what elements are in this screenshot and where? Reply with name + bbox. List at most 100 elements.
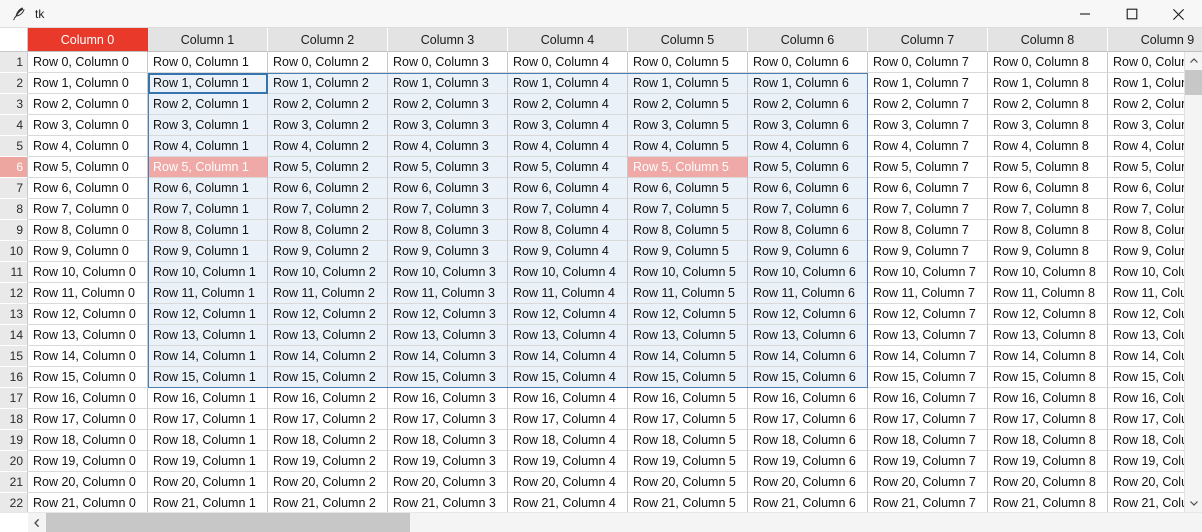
table-cell[interactable]: Row 0, Column 0 <box>28 52 148 73</box>
table-cell[interactable]: Row 10, Column 8 <box>988 262 1108 283</box>
table-cell[interactable]: Row 20, Column 3 <box>388 472 508 493</box>
table-row[interactable]: Row 17, Column 0 Row 17, Column 1 Row 17, … <box>28 409 1202 430</box>
table-cell[interactable]: Row 6, Column 1 <box>148 178 268 199</box>
table-cell[interactable]: Row 9, Column 7 <box>868 241 988 262</box>
table-cell[interactable]: Row 19, Column 3 <box>388 451 508 472</box>
table-cell[interactable]: Row 2, Column 4 <box>508 94 628 115</box>
table-cell[interactable]: Row 5, Column 5 <box>628 157 748 178</box>
table-cell[interactable]: Row 14, Column 0 <box>28 346 148 367</box>
table-cell[interactable]: Row 8, Column 8 <box>988 220 1108 241</box>
row-header-18[interactable]: 19 <box>0 430 28 451</box>
table-cell[interactable]: Row 19, Column 5 <box>628 451 748 472</box>
table-cell[interactable]: Row 17, Column 7 <box>868 409 988 430</box>
table-cell[interactable]: Row 2, Column 5 <box>628 94 748 115</box>
table-cell[interactable]: Row 4, Column 6 <box>748 136 868 157</box>
table-cell[interactable]: Row 10, Column 1 <box>148 262 268 283</box>
table-cell[interactable]: Row 9, Column 5 <box>628 241 748 262</box>
table-cell[interactable]: Row 16, Column 3 <box>388 388 508 409</box>
table-cell[interactable]: Row 3, Column 0 <box>28 115 148 136</box>
table-cell[interactable]: Row 2, Column 1 <box>148 94 268 115</box>
table-cell[interactable]: Row 14, Column 6 <box>748 346 868 367</box>
column-header-0[interactable]: Column 0 <box>28 28 148 52</box>
table-cell[interactable]: Row 15, Column 0 <box>28 367 148 388</box>
table-cell[interactable]: Row 15, Column 5 <box>628 367 748 388</box>
table-cell[interactable]: Row 1, Column 3 <box>388 73 508 94</box>
table-cell[interactable]: Row 18, Column 0 <box>28 430 148 451</box>
table-cell[interactable]: Row 13, Column 6 <box>748 325 868 346</box>
table-cell[interactable]: Row 1, Column 6 <box>748 73 868 94</box>
table-cell[interactable]: Row 15, Column 3 <box>388 367 508 388</box>
table-cell[interactable]: Row 5, Column 4 <box>508 157 628 178</box>
table-cell[interactable]: Row 5, Column 3 <box>388 157 508 178</box>
table-row[interactable]: Row 12, Column 0 Row 12, Column 1 Row 12, … <box>28 304 1202 325</box>
table-cell[interactable]: Row 18, Column 6 <box>748 430 868 451</box>
table-cell[interactable]: Row 9, Column 1 <box>148 241 268 262</box>
table-cell[interactable]: Row 5, Column 7 <box>868 157 988 178</box>
table-cell[interactable]: Row 10, Column 4 <box>508 262 628 283</box>
table-cell[interactable]: Row 1, Column 0 <box>28 73 148 94</box>
table-row[interactable]: Row 6, Column 0 Row 6, Column 1 Row 6, Col… <box>28 178 1202 199</box>
table-cell[interactable]: Row 3, Column 4 <box>508 115 628 136</box>
table-cell[interactable]: Row 5, Column 6 <box>748 157 868 178</box>
table-cell[interactable]: Row 18, Column 4 <box>508 430 628 451</box>
table-cell[interactable]: Row 10, Column 0 <box>28 262 148 283</box>
table-cell[interactable]: Row 12, Column 0 <box>28 304 148 325</box>
table-cell[interactable]: Row 14, Column 3 <box>388 346 508 367</box>
table-cell[interactable]: Row 0, Column 6 <box>748 52 868 73</box>
table-cell[interactable]: Row 17, Column 2 <box>268 409 388 430</box>
row-header-1[interactable]: 2 <box>0 73 28 94</box>
table-cell[interactable]: Row 15, Column 4 <box>508 367 628 388</box>
table-cell[interactable]: Row 18, Column 2 <box>268 430 388 451</box>
table-cell[interactable]: Row 17, Column 8 <box>988 409 1108 430</box>
table-cell[interactable]: Row 21, Column 6 <box>748 493 868 512</box>
table-cell[interactable]: Row 4, Column 5 <box>628 136 748 157</box>
table-cell[interactable]: Row 16, Column 2 <box>268 388 388 409</box>
table-cell[interactable]: Row 18, Column 7 <box>868 430 988 451</box>
table-row[interactable]: Row 18, Column 0 Row 18, Column 1 Row 18, … <box>28 430 1202 451</box>
row-header-13[interactable]: 14 <box>0 325 28 346</box>
table-cell[interactable]: Row 20, Column 5 <box>628 472 748 493</box>
table-cell[interactable]: Row 9, Column 0 <box>28 241 148 262</box>
table-row[interactable]: Row 14, Column 0 Row 14, Column 1 Row 14, … <box>28 346 1202 367</box>
table-cell[interactable]: Row 9, Column 3 <box>388 241 508 262</box>
table-cell[interactable]: Row 17, Column 3 <box>388 409 508 430</box>
table-cell[interactable]: Row 8, Column 2 <box>268 220 388 241</box>
table-cell[interactable]: Row 3, Column 1 <box>148 115 268 136</box>
table-cell[interactable]: Row 14, Column 5 <box>628 346 748 367</box>
table-cell[interactable]: Row 15, Column 7 <box>868 367 988 388</box>
table-cell[interactable]: Row 2, Column 0 <box>28 94 148 115</box>
table-cell[interactable]: Row 1, Column 1 <box>148 73 268 94</box>
table-cell[interactable]: Row 8, Column 7 <box>868 220 988 241</box>
table-cell[interactable]: Row 19, Column 0 <box>28 451 148 472</box>
table-cell[interactable]: Row 2, Column 7 <box>868 94 988 115</box>
row-header-14[interactable]: 15 <box>0 346 28 367</box>
table-cell[interactable]: Row 13, Column 4 <box>508 325 628 346</box>
table-cell[interactable]: Row 13, Column 7 <box>868 325 988 346</box>
table-cell[interactable]: Row 2, Column 2 <box>268 94 388 115</box>
table-cell[interactable]: Row 10, Column 6 <box>748 262 868 283</box>
table-cell[interactable]: Row 17, Column 6 <box>748 409 868 430</box>
table-cell[interactable]: Row 4, Column 0 <box>28 136 148 157</box>
table-row[interactable]: Row 0, Column 0 Row 0, Column 1 Row 0, Col… <box>28 52 1202 73</box>
row-header-17[interactable]: 18 <box>0 409 28 430</box>
table-cell[interactable]: Row 18, Column 5 <box>628 430 748 451</box>
table-cell[interactable]: Row 11, Column 8 <box>988 283 1108 304</box>
table-cell[interactable]: Row 19, Column 6 <box>748 451 868 472</box>
table-row[interactable]: Row 19, Column 0 Row 19, Column 1 Row 19, … <box>28 451 1202 472</box>
column-header-4[interactable]: Column 4 <box>508 28 628 52</box>
table-cell[interactable]: Row 8, Column 1 <box>148 220 268 241</box>
table-cell[interactable]: Row 14, Column 1 <box>148 346 268 367</box>
table-cell[interactable]: Row 10, Column 2 <box>268 262 388 283</box>
table-cell[interactable]: Row 6, Column 3 <box>388 178 508 199</box>
table-cell[interactable]: Row 20, Column 2 <box>268 472 388 493</box>
table-cell[interactable]: Row 15, Column 6 <box>748 367 868 388</box>
table-cell[interactable]: Row 7, Column 2 <box>268 199 388 220</box>
table-cell[interactable]: Row 7, Column 7 <box>868 199 988 220</box>
table-cell[interactable]: Row 4, Column 2 <box>268 136 388 157</box>
row-header-10[interactable]: 11 <box>0 262 28 283</box>
table-row[interactable]: Row 2, Column 0 Row 2, Column 1 Row 2, Col… <box>28 94 1202 115</box>
table-cell[interactable]: Row 4, Column 7 <box>868 136 988 157</box>
table-cell[interactable]: Row 0, Column 3 <box>388 52 508 73</box>
scroll-up-arrow-icon[interactable] <box>1185 52 1202 70</box>
table-cell[interactable]: Row 11, Column 0 <box>28 283 148 304</box>
